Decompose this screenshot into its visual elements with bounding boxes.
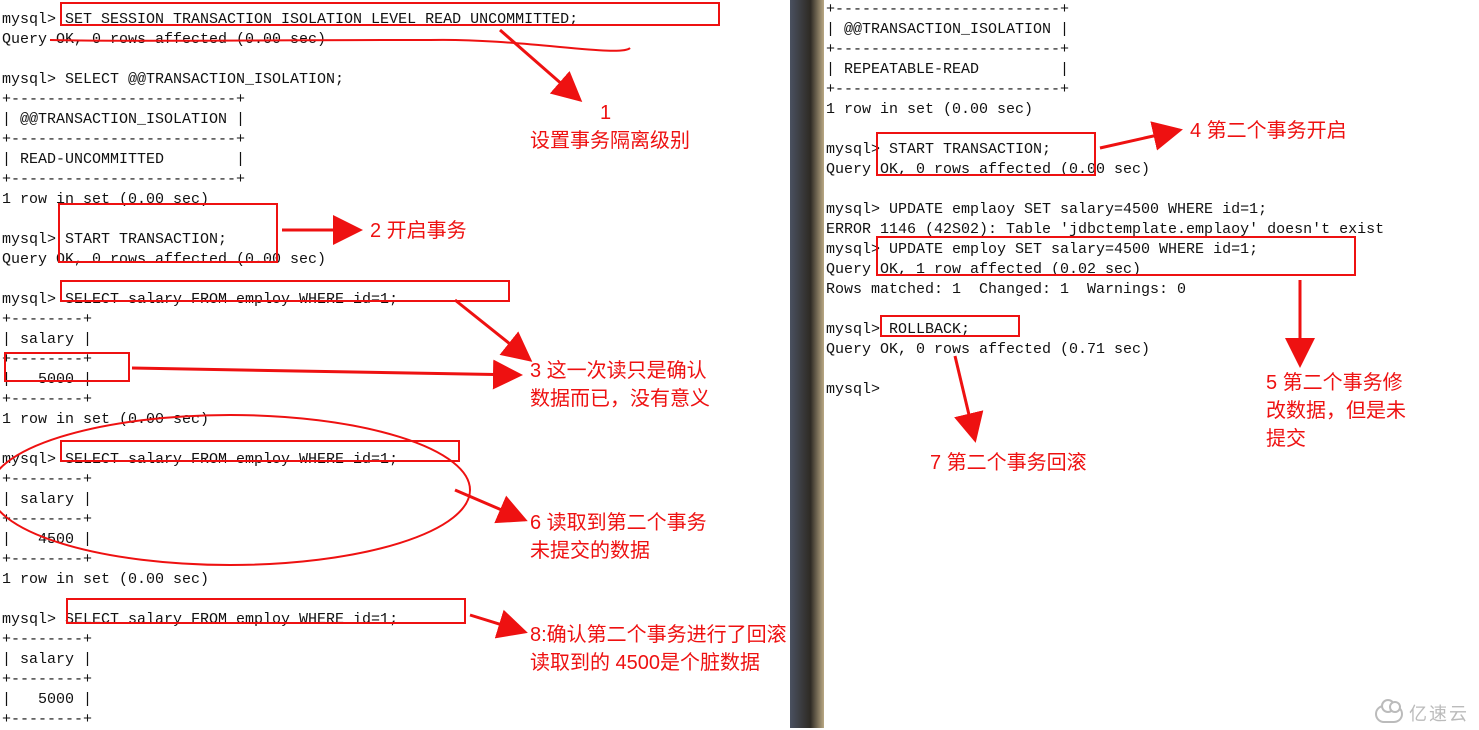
- right-terminal: +-------------------------+ | @@TRANSACT…: [824, 0, 1479, 728]
- watermark: 亿速云: [1375, 704, 1469, 724]
- cloud-icon: [1375, 705, 1403, 723]
- window-gap: [790, 0, 824, 728]
- watermark-text: 亿速云: [1409, 704, 1469, 724]
- left-terminal: mysql> SET SESSION TRANSACTION ISOLATION…: [0, 0, 790, 728]
